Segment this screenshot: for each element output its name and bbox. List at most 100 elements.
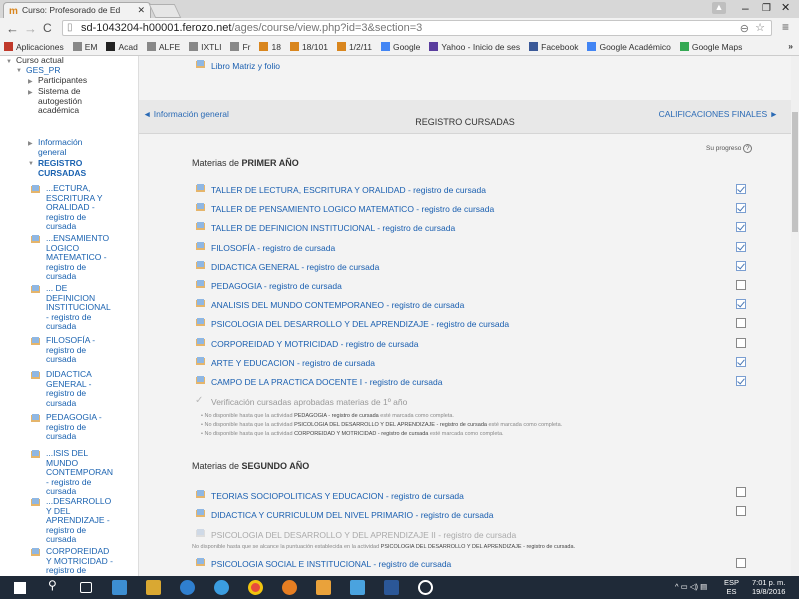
bookmark-item[interactable]: Acad	[106, 42, 138, 52]
sidebar-activity-link[interactable]: DIDACTICA GENERAL - registro de cursada	[46, 369, 92, 408]
sidebar-text: cursada	[46, 534, 77, 544]
sidebar-activity-link[interactable]: PEDAGOGIA - registro de cursada	[46, 412, 102, 442]
firefox-icon[interactable]	[282, 580, 297, 595]
bookmark-item[interactable]: IXTLI	[189, 42, 221, 52]
bookmark-item[interactable]: 18/101	[289, 42, 328, 52]
cortana-icon[interactable]	[418, 580, 433, 595]
bookmark-item[interactable]: Fr	[230, 42, 250, 52]
sidebar-informacion[interactable]: Información general	[38, 137, 82, 157]
sidebar-text: cursada	[46, 321, 77, 331]
start-windows-icon[interactable]	[14, 582, 26, 594]
bookmark-icon	[679, 42, 689, 51]
bookmark-item[interactable]: Google Maps	[679, 42, 742, 52]
new-tab-button[interactable]	[148, 4, 182, 18]
activity-label: TALLER DE DEFINICION INSTITUCIONAL - reg…	[211, 223, 456, 234]
browser-tab[interactable]: m Curso: Profesorado de Ed ✕	[3, 2, 151, 18]
url-field[interactable]: ▯ sd-1043204-h00001.ferozo.net/ages/cour…	[62, 20, 772, 36]
course-sidebar: ▼ Curso actual ▼ GES_PR ▶ Participantes ▶ Siste…	[0, 56, 139, 576]
bookmark-icon	[587, 42, 597, 51]
resource-icon	[31, 337, 40, 345]
bookmark-icon	[289, 42, 299, 51]
chrome-icon[interactable]	[248, 580, 263, 595]
completion-checkbox[interactable]	[736, 558, 746, 568]
forward-icon[interactable]: →	[24, 21, 37, 36]
sidebar-activity-link[interactable]: ...ISIS DEL MUNDO CONTEMPORAN - registro de…	[46, 448, 113, 497]
more-bookmarks-icon[interactable]: »	[788, 41, 793, 51]
bookmark-icon	[4, 42, 13, 51]
resource-icon	[31, 371, 40, 379]
resource-icon	[196, 203, 205, 212]
maximize-icon[interactable]: ❐	[762, 3, 771, 14]
bookmark-star-icon[interactable]: ☆	[755, 21, 765, 34]
completion-checkbox[interactable]	[736, 506, 746, 516]
completion-checkbox[interactable]	[736, 241, 746, 252]
bookmark-item[interactable]: EM	[72, 42, 97, 52]
bookmark-item[interactable]: 18	[259, 42, 281, 52]
collapsed-icon[interactable]: ▶	[28, 140, 33, 147]
bookmark-item[interactable]: Facebook	[529, 42, 578, 52]
search-icon[interactable]: ⚲	[48, 578, 63, 593]
user-icon[interactable]: ▲	[712, 2, 726, 14]
app-icon[interactable]	[180, 580, 195, 595]
completion-checkbox[interactable]	[736, 280, 746, 290]
completion-checkbox[interactable]	[736, 260, 746, 271]
close-window-icon[interactable]: ✕	[781, 1, 790, 14]
library-icon[interactable]	[316, 580, 331, 595]
next-section-link[interactable]: CALIFICACIONES FINALES ►	[659, 109, 778, 119]
collapsed-icon[interactable]: ▶	[28, 78, 33, 85]
minimize-icon[interactable]: –	[742, 1, 749, 15]
completion-checkbox[interactable]	[736, 337, 746, 348]
sidebar-activity-link[interactable]: ...DESARROLLO Y DEL APRENDIZAJE - registro …	[46, 496, 111, 545]
url-path: /ages/course/view.php?id=3&section=3	[231, 22, 423, 34]
language-indicator[interactable]: ESP ES	[724, 578, 739, 596]
bookmark-item[interactable]: Google Académico	[587, 42, 671, 52]
menu-icon[interactable]: ≡	[782, 20, 789, 34]
resource-icon	[196, 356, 205, 365]
completion-checkbox[interactable]	[736, 222, 746, 233]
bookmark-label: 1/2/11	[348, 42, 372, 52]
bookmark-item[interactable]: ALFE	[146, 42, 180, 52]
sidebar-activity-link[interactable]: ...ECTURA, ESCRITURA Y ORALIDAD - registro …	[46, 183, 103, 232]
sidebar-text: general	[38, 146, 67, 157]
scrollbar-thumb[interactable]	[792, 112, 798, 232]
store-icon[interactable]	[112, 580, 127, 595]
back-icon[interactable]: ←	[6, 21, 19, 36]
completion-checkbox[interactable]	[736, 299, 746, 310]
completion-checkbox[interactable]	[736, 184, 746, 194]
wifi-app-icon[interactable]	[350, 580, 365, 595]
task-view-icon[interactable]	[80, 582, 92, 593]
file-explorer-icon[interactable]	[146, 580, 161, 595]
zoom-icon[interactable]: ⊖	[740, 22, 749, 35]
activity-label: DIDACTICA Y CURRICULUM DEL NIVEL PRIMARI…	[211, 510, 494, 520]
activity-label: PEDAGOGIA - registro de cursada	[211, 281, 342, 291]
sidebar-registro[interactable]: REGISTRO CURSADAS	[38, 158, 86, 178]
expand-icon[interactable]: ▼	[28, 161, 34, 167]
word-icon[interactable]	[384, 580, 399, 595]
sidebar-activity-link[interactable]: CORPOREIDAD Y MOTRICIDAD - registro de	[46, 546, 113, 576]
completion-checkbox[interactable]	[736, 356, 746, 367]
completion-checkbox[interactable]	[736, 318, 746, 329]
bookmark-icon	[189, 42, 199, 51]
close-tab-icon[interactable]: ✕	[137, 5, 145, 16]
sidebar-participantes[interactable]: Participantes	[38, 75, 87, 86]
edge-icon[interactable]	[214, 580, 229, 595]
expand-icon[interactable]: ▼	[6, 59, 12, 65]
sidebar-activity-link[interactable]: FILOSOFÍA - registro de cursada	[46, 335, 95, 365]
tray-icons[interactable]: ^ ▭ ◁) ▤	[675, 582, 707, 592]
sidebar-sistema[interactable]: Sistema de autogestión académica	[38, 86, 82, 116]
completion-checkbox[interactable]	[736, 376, 746, 386]
sidebar-activity-link[interactable]: ...ENSAMIENTO LOGICO MATEMATICO - registro …	[46, 233, 109, 282]
clock[interactable]: 7:01 p. m. 19/8/2016	[752, 578, 785, 596]
resource-icon	[196, 558, 205, 566]
completion-checkbox[interactable]	[736, 487, 746, 497]
bookmark-item[interactable]: Aplicaciones	[4, 42, 64, 52]
collapsed-icon[interactable]: ▶	[28, 89, 33, 96]
completion-checkbox[interactable]	[736, 203, 746, 214]
bookmark-item[interactable]: Google	[380, 42, 420, 52]
bookmark-item[interactable]: 1/2/11	[336, 42, 372, 52]
bookmark-item[interactable]: Yahoo - Inicio de ses	[429, 42, 520, 52]
expand-icon[interactable]: ▼	[16, 68, 22, 74]
sidebar-activity-link[interactable]: ... DE DEFINICION INSTITUCIONAL - registro …	[46, 283, 111, 332]
reload-icon[interactable]: C	[43, 21, 52, 35]
bookmark-icon	[72, 42, 82, 51]
